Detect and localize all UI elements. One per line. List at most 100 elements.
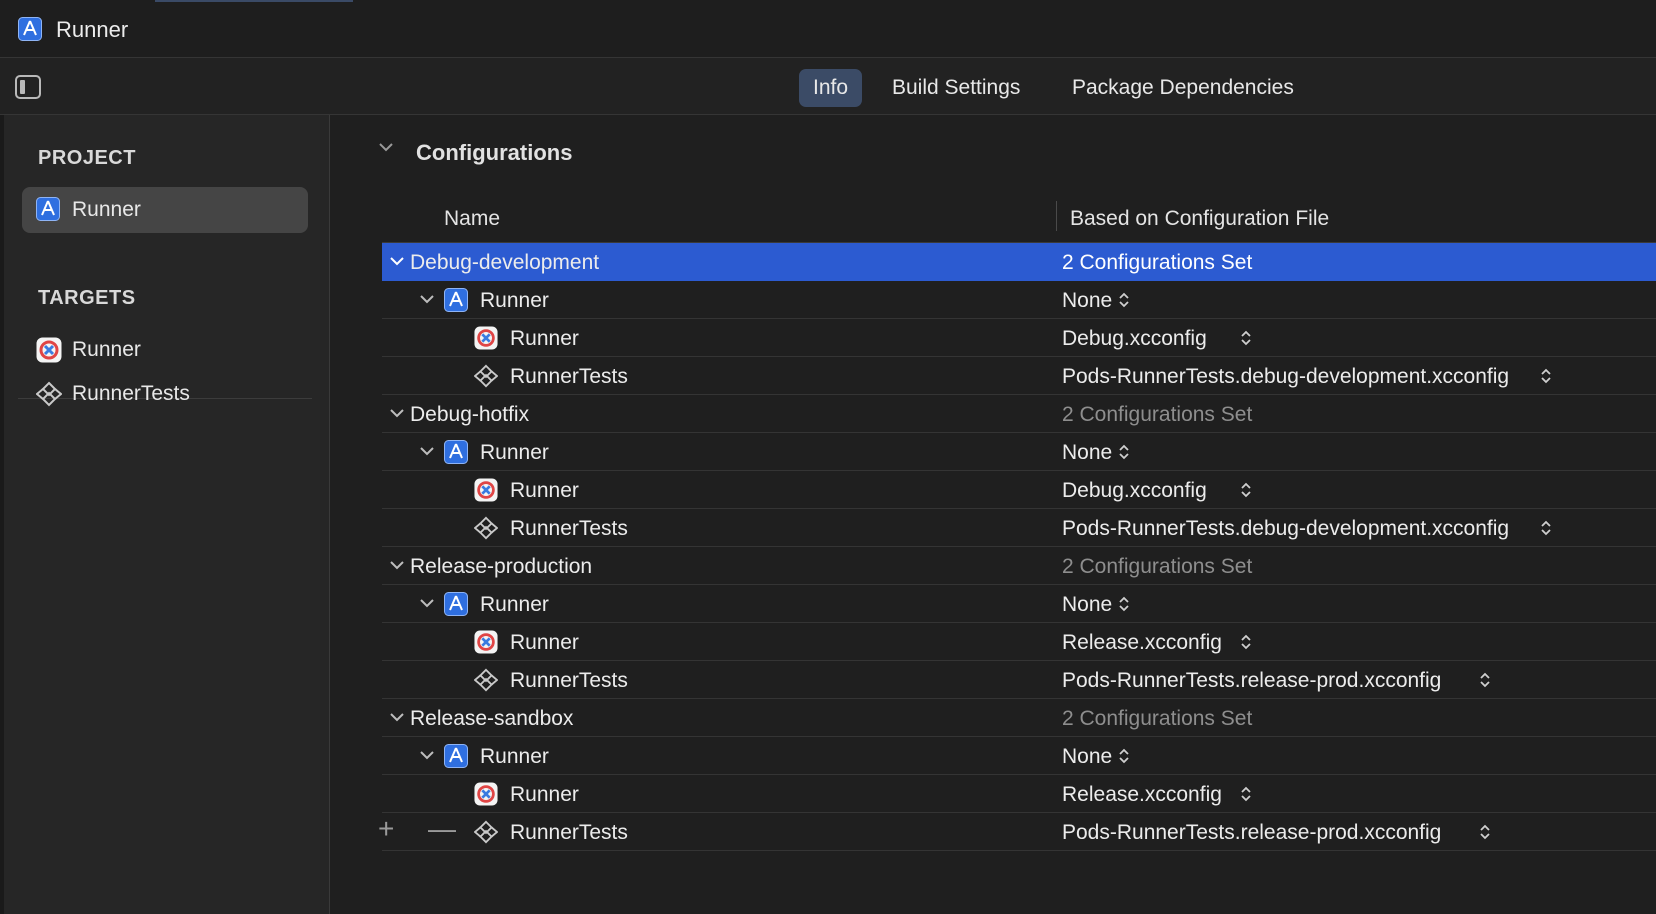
column-header-config-file[interactable]: Based on Configuration File [1070,207,1329,231]
config-file-popup[interactable]: Pods-RunnerTests.release-prod.xcconfig [1062,821,1441,845]
popup-stepper-icon[interactable] [1118,290,1130,310]
test-bundle-icon [473,668,499,697]
configurations-table: Name Based on Configuration File Debug-d… [382,191,1656,851]
sidebar-item-label: Runner [72,198,141,221]
config-target-row[interactable]: RunnerTests Pods-RunnerTests.release-prod… [382,661,1656,699]
table-header: Name Based on Configuration File [382,191,1656,243]
disclosure-chevron-icon[interactable] [420,596,434,610]
config-file-popup[interactable]: Release.xcconfig [1062,783,1222,807]
config-row-name: Runner [510,479,579,502]
config-target-row[interactable]: RunnerTests Pods-RunnerTests.debug-develo… [382,509,1656,547]
editor-tab-bar: Info Build Settings Package Dependencies [0,58,1656,115]
disclosure-chevron-icon[interactable] [420,292,434,306]
config-row-name: Runner [510,327,579,350]
config-file-popup[interactable]: None [1062,289,1112,313]
xcode-project-icon [18,17,42,46]
disclosure-chevron-icon[interactable] [390,558,404,572]
config-file-popup[interactable]: Pods-RunnerTests.release-prod.xcconfig [1062,669,1441,693]
disclosure-chevron-icon[interactable] [390,254,404,268]
sidebar-toggle-icon[interactable] [15,75,41,99]
sidebar-item-project-runner[interactable]: Runner [22,187,308,233]
popup-stepper-icon[interactable] [1240,632,1252,652]
configurations-collapse-chevron-icon[interactable] [378,139,394,155]
flutter-app-icon [36,337,62,368]
config-target-row[interactable]: Runner Debug.xcconfig [382,319,1656,357]
disclosure-chevron-icon[interactable] [390,406,404,420]
popup-stepper-icon[interactable] [1240,784,1252,804]
flutter-app-icon [474,478,498,507]
test-bundle-icon [473,516,499,545]
table-body: Debug-development 2 Configurations Set Run… [382,243,1656,851]
config-project-row[interactable]: Runner None [382,585,1656,623]
popup-stepper-icon[interactable] [1240,328,1252,348]
popup-stepper-icon[interactable] [1479,822,1491,842]
config-row-name: Debug-development [410,251,600,274]
tab-info[interactable]: Info [799,69,863,107]
xcode-project-icon [444,440,468,469]
config-file-popup[interactable]: Release.xcconfig [1062,631,1222,655]
tab-build-settings[interactable]: Build Settings [878,69,1034,107]
tab-package-dependencies[interactable]: Package Dependencies [1058,69,1308,107]
xcode-project-icon [444,288,468,317]
config-row-name: RunnerTests [510,365,628,388]
popup-stepper-icon[interactable] [1540,366,1552,386]
xcode-project-icon [444,592,468,621]
config-target-row[interactable]: RunnerTests Pods-RunnerTests.debug-develo… [382,357,1656,395]
config-row-name: Runner [480,593,549,616]
column-header-name[interactable]: Name [444,207,500,231]
config-row-name: RunnerTests [510,669,628,692]
config-group-row[interactable]: Debug-development 2 Configurations Set [382,243,1656,281]
project-section-header: PROJECT [38,147,136,169]
popup-stepper-icon[interactable] [1118,442,1130,462]
sidebar-item-label: Runner [72,338,141,361]
config-group-row[interactable]: Release-sandbox 2 Configurations Set [382,699,1656,737]
config-target-row[interactable]: Runner Release.xcconfig [382,775,1656,813]
popup-stepper-icon[interactable] [1540,518,1552,538]
config-project-row[interactable]: Runner None [382,737,1656,775]
add-configuration-button[interactable]: + [378,815,394,843]
sidebar-item-target-runner[interactable]: Runner [22,327,308,373]
config-target-row[interactable]: RunnerTests Pods-RunnerTests.release-prod… [382,813,1656,851]
configurations-section-title: Configurations [416,140,573,165]
popup-stepper-icon[interactable] [1479,670,1491,690]
config-group-row[interactable]: Debug-hotfix 2 Configurations Set [382,395,1656,433]
config-target-row[interactable]: Runner Debug.xcconfig [382,471,1656,509]
popup-stepper-icon[interactable] [1240,480,1252,500]
test-bundle-icon [35,381,63,412]
config-file-popup[interactable]: Debug.xcconfig [1062,479,1207,503]
config-summary: 2 Configurations Set [1062,251,1253,274]
project-navigator-sidebar: PROJECT Runner TARGETS Runner RunnerTest… [0,115,330,914]
test-bundle-icon [473,364,499,393]
config-row-name: RunnerTests [510,517,628,540]
titlebar-tab-accent [155,0,353,2]
config-target-row[interactable]: Runner Release.xcconfig [382,623,1656,661]
config-project-row[interactable]: Runner None [382,433,1656,471]
window-titlebar: Runner [0,0,1656,58]
disclosure-chevron-icon[interactable] [390,710,404,724]
popup-stepper-icon[interactable] [1118,594,1130,614]
config-file-popup[interactable]: Pods-RunnerTests.debug-development.xccon… [1062,517,1509,541]
sidebar-item-target-runnertests[interactable]: RunnerTests [22,371,308,417]
config-row-name: RunnerTests [510,821,628,844]
popup-stepper-icon[interactable] [1118,746,1130,766]
flutter-app-icon [474,782,498,811]
config-file-popup[interactable]: None [1062,745,1112,769]
config-file-popup[interactable]: Pods-RunnerTests.debug-development.xccon… [1062,365,1509,389]
config-file-popup[interactable]: Debug.xcconfig [1062,327,1207,351]
disclosure-chevron-icon[interactable] [420,444,434,458]
config-summary: 2 Configurations Set [1062,555,1253,578]
config-summary: 2 Configurations Set [1062,403,1253,426]
disclosure-chevron-icon[interactable] [420,748,434,762]
sidebar-item-label: RunnerTests [72,382,190,405]
config-row-name: Release-sandbox [410,707,574,730]
remove-configuration-button[interactable]: — [428,815,456,843]
config-file-popup[interactable]: None [1062,593,1112,617]
config-row-name: Debug-hotfix [410,403,530,426]
config-row-name: Runner [510,631,579,654]
config-project-row[interactable]: Runner None [382,281,1656,319]
sidebar-edge [0,115,4,914]
config-group-row[interactable]: Release-production 2 Configurations Set [382,547,1656,585]
config-file-popup[interactable]: None [1062,441,1112,465]
config-row-name: Runner [480,289,549,312]
config-row-name: Runner [480,441,549,464]
